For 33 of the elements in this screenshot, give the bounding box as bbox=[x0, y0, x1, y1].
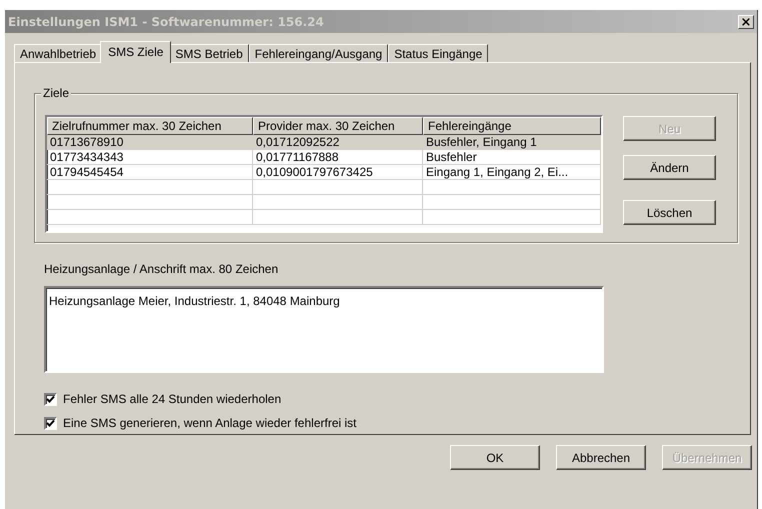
tab[interactable]: Status Eingänge bbox=[388, 44, 488, 62]
column-header[interactable]: Fehlereingänge bbox=[423, 117, 601, 135]
address-label: Heizungsanlage / Anschrift max. 80 Zeichen bbox=[44, 262, 280, 276]
dialog-button[interactable]: Abbrechen bbox=[556, 445, 646, 470]
table-cell: 0,0109001797673425 bbox=[253, 165, 423, 180]
checkbox-label: Fehler SMS alle 24 Stunden wiederholen bbox=[63, 392, 282, 406]
table-cell: 01713678910 bbox=[47, 135, 253, 150]
action-button[interactable]: Löschen bbox=[623, 200, 716, 225]
table-row[interactable]: 01713678910 0,01712092522 Busfehler, Eingang 1 bbox=[47, 135, 601, 150]
tab[interactable]: SMS Betrieb bbox=[169, 44, 249, 62]
dialog-button[interactable]: OK bbox=[450, 445, 540, 470]
table-cell: 01773434343 bbox=[47, 150, 253, 165]
table-cell: Busfehler, Eingang 1 bbox=[423, 135, 601, 150]
table-cell: 0,01771167888 bbox=[253, 150, 423, 165]
table-cell: 0,01712092522 bbox=[253, 135, 423, 150]
tab[interactable]: SMS Ziele bbox=[100, 41, 172, 63]
group-title: Ziele bbox=[41, 86, 72, 100]
window-title: Einstellungen ISM1 - Softwarenummer: 156.24 bbox=[8, 14, 324, 28]
action-button[interactable]: Ändern bbox=[623, 155, 716, 180]
checkbox[interactable] bbox=[44, 392, 57, 406]
table-row[interactable]: 01794545454 0,0109001797673425 Eingang 1, Eingang 2, Ei... bbox=[47, 165, 601, 180]
table-cell: Busfehler bbox=[423, 150, 601, 165]
close-button[interactable]: × bbox=[738, 14, 754, 28]
column-header[interactable]: Zielrufnummer max. 30 Zeichen bbox=[47, 117, 253, 135]
tab[interactable]: Anwahlbetrieb bbox=[14, 44, 102, 62]
table-row[interactable]: 01773434343 0,01771167888 Busfehler bbox=[47, 150, 601, 165]
column-header[interactable]: Provider max. 30 Zeichen bbox=[253, 117, 423, 135]
address-field[interactable]: Heizungsanlage Meier, Industriestr. 1, 84048 Mainburg bbox=[44, 286, 604, 373]
tab[interactable]: Fehlereingang/Ausgang bbox=[248, 44, 388, 62]
checkbox[interactable] bbox=[44, 416, 57, 430]
table-cell: 01794545454 bbox=[47, 165, 253, 180]
table-cell: Eingang 1, Eingang 2, Ei... bbox=[423, 165, 601, 180]
checkbox-label: Eine SMS generieren, wenn Anlage wieder fehlerfrei ist bbox=[63, 416, 356, 430]
